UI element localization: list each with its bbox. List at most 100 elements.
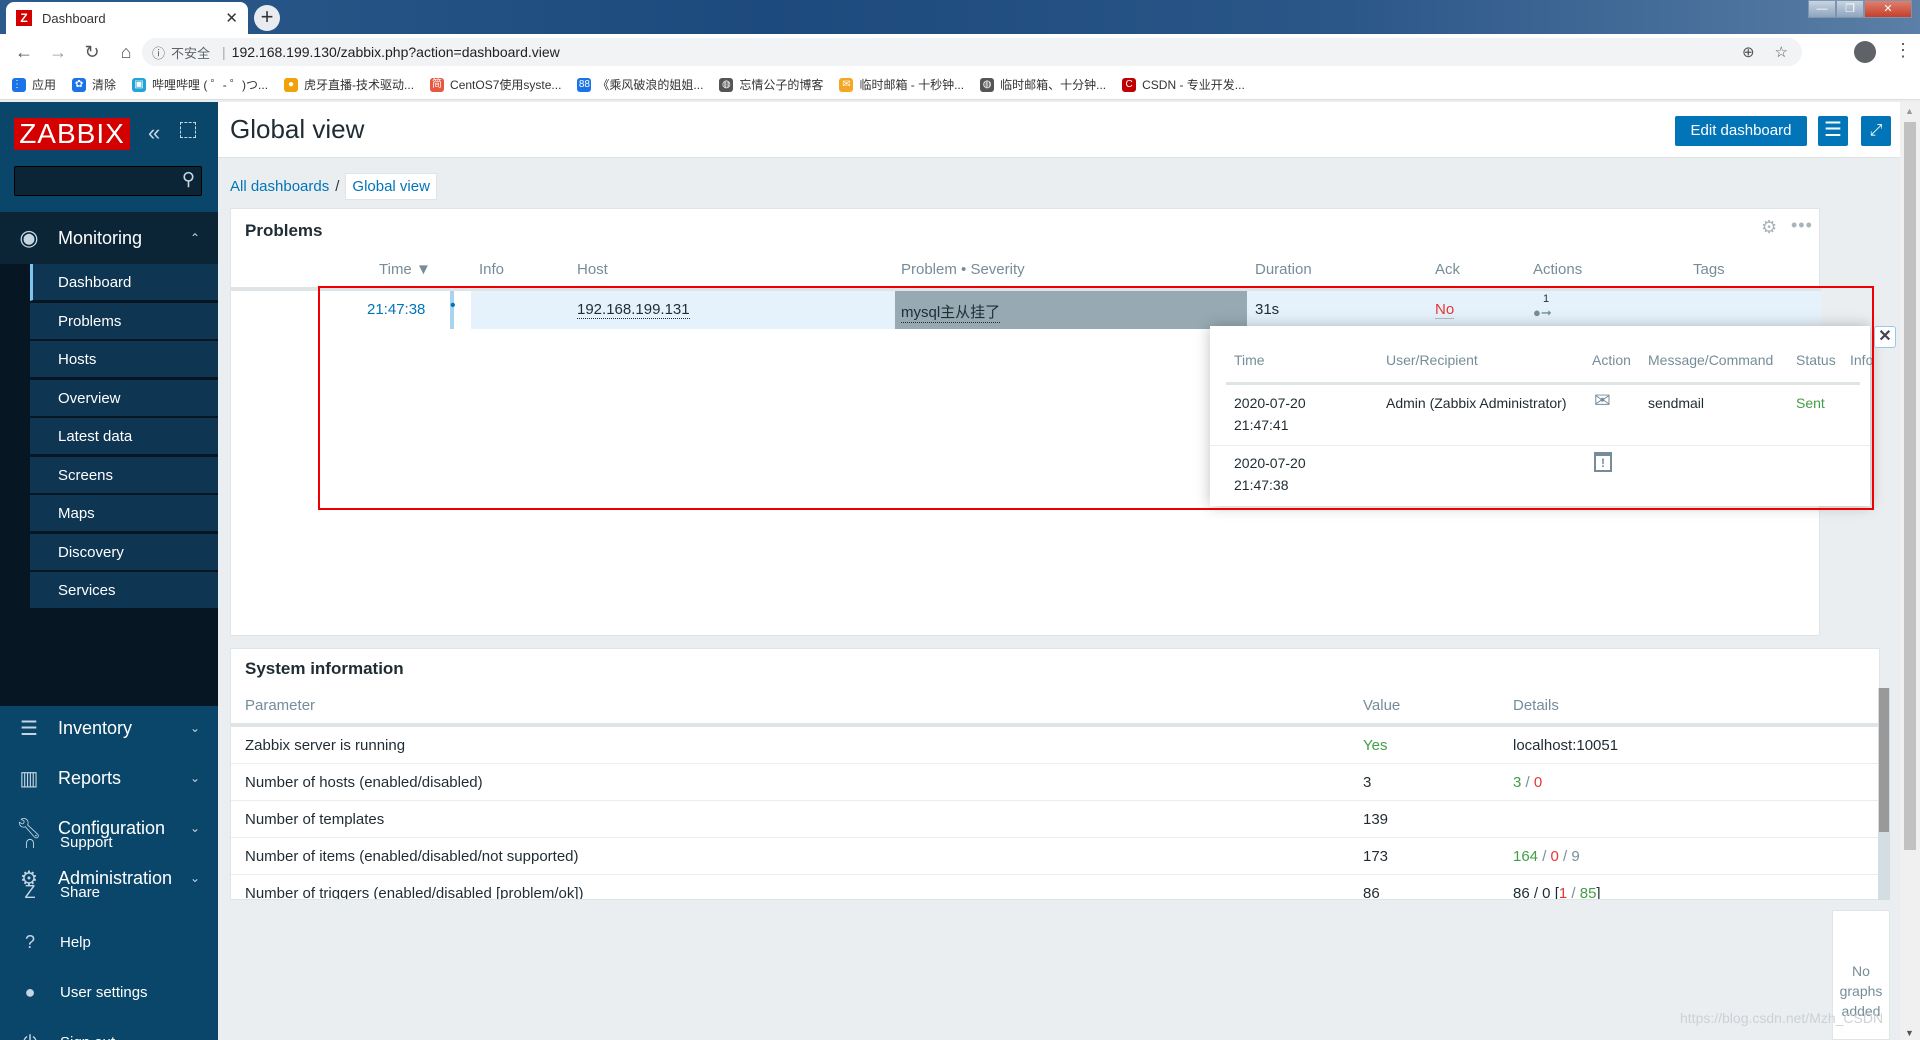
edit-dashboard-button[interactable]: Edit dashboard: [1675, 116, 1807, 146]
forward-icon[interactable]: →: [48, 42, 68, 63]
collapse-sidebar-icon[interactable]: «: [148, 120, 160, 146]
zabbix-favicon-icon: Z: [16, 10, 32, 26]
browser-menu-icon[interactable]: ⋮: [1894, 40, 1912, 61]
bookmark-item[interactable]: C CSDN - 专业开发...: [1122, 76, 1245, 93]
zoom-icon[interactable]: ⊕: [1742, 43, 1755, 61]
kiosk-mode-icon[interactable]: [180, 122, 196, 138]
hamburger-icon: ☰: [1824, 119, 1842, 141]
widget-settings-icon[interactable]: ⚙: [1761, 217, 1777, 238]
problem-calendar-icon: !: [1594, 452, 1612, 472]
util-support[interactable]: ∩ Support: [0, 822, 218, 862]
minimize-icon[interactable]: —: [1808, 0, 1836, 18]
breadcrumb-current[interactable]: Global view: [345, 172, 437, 200]
sidebar-item-overview[interactable]: Overview: [30, 379, 218, 417]
problem-name[interactable]: mysql主从挂了: [901, 301, 1001, 323]
sidebar-item-dashboard[interactable]: Dashboard: [30, 264, 218, 301]
widget-title: Problems: [245, 221, 323, 240]
col-time[interactable]: Time ▼: [379, 261, 431, 278]
reload-icon[interactable]: ↻: [82, 42, 102, 63]
address-bar[interactable]: ⓘ 不安全 | 192.168.199.130/zabbix.php?actio…: [142, 38, 1802, 66]
popup-date: 2020-07-20: [1234, 455, 1306, 471]
bookmark-item[interactable]: ⋮⋮ 应用: [12, 76, 56, 93]
bookmark-item[interactable]: ✉ 临时邮箱 - 十秒钟...: [839, 76, 964, 93]
bookmark-label: 临时邮箱 - 十秒钟...: [859, 78, 965, 92]
util-help[interactable]: ? Help: [0, 922, 218, 962]
problem-host[interactable]: 192.168.199.131: [577, 301, 690, 319]
table-row: Number of hosts (enabled/disabled) 3 3 / 0: [231, 764, 1879, 801]
bookmark-item[interactable]: ◍ 忘情公子的博客: [719, 76, 823, 93]
dashboard-list-button[interactable]: ☰: [1818, 116, 1848, 146]
sidebar-item-hosts[interactable]: Hosts: [30, 341, 218, 378]
ack-link[interactable]: No: [1435, 301, 1455, 319]
col-duration: Duration: [1255, 261, 1312, 278]
scroll-up-icon[interactable]: ▲: [1905, 106, 1914, 116]
bookmark-item[interactable]: ◍ 临时邮箱、十分钟...: [980, 76, 1106, 93]
new-tab-button[interactable]: +: [254, 5, 280, 31]
sidebar-item-discovery[interactable]: Discovery: [30, 533, 218, 571]
bookmark-item[interactable]: 88 《乘风破浪的姐姐...: [577, 76, 703, 93]
widget-more-icon[interactable]: •••: [1791, 215, 1813, 236]
breadcrumb-separator: /: [335, 177, 340, 195]
param-details: 3 / 0: [1513, 774, 1542, 791]
popup-status: Sent: [1796, 395, 1825, 411]
chevron-down-icon: ⌄: [189, 771, 200, 785]
menu-reports[interactable]: ▥ Reports ⌄: [0, 753, 218, 803]
page-scrollbar-thumb[interactable]: [1904, 122, 1916, 850]
bookmark-label: 《乘风破浪的姐姐...: [597, 78, 704, 92]
sidebar-item-maps[interactable]: Maps: [30, 495, 218, 532]
zabbix-logo[interactable]: ZABBIX: [14, 118, 130, 150]
sidebar-item-screens[interactable]: Screens: [30, 456, 218, 494]
bookmark-label: 临时邮箱、十分钟...: [1000, 78, 1107, 92]
home-icon[interactable]: ⌂: [116, 42, 136, 63]
menu-inventory[interactable]: ☰ Inventory ⌄: [0, 703, 218, 753]
util-user-settings[interactable]: ● User settings: [0, 972, 218, 1012]
account-avatar-icon[interactable]: [1854, 41, 1876, 63]
col-host[interactable]: Host: [577, 261, 608, 278]
system-info-scrollbar[interactable]: [1878, 688, 1890, 900]
bookmark-star-icon[interactable]: ☆: [1775, 43, 1788, 61]
param-value: 139: [1363, 811, 1389, 828]
scrollbar-thumb[interactable]: [1879, 688, 1889, 832]
util-sign-out[interactable]: ⏻Sign out: [0, 1022, 218, 1040]
fullscreen-button[interactable]: ⤢: [1861, 116, 1891, 146]
close-window-icon[interactable]: ✕: [1864, 0, 1912, 18]
browser-tab[interactable]: Z Dashboard ✕: [6, 2, 248, 34]
util-share[interactable]: Z Share: [0, 872, 218, 912]
globe-icon: ◍: [719, 77, 734, 92]
close-tab-icon[interactable]: ✕: [225, 9, 238, 27]
actions-popup: Time User/Recipient Action Message/Comma…: [1210, 326, 1873, 506]
bilibili-icon: ▣: [132, 77, 147, 92]
popup-col-recipient: User/Recipient: [1386, 352, 1478, 368]
sidebar-search-input[interactable]: ⚲: [14, 166, 202, 196]
detail-part: 164: [1513, 848, 1539, 865]
search-icon[interactable]: ⚲: [182, 169, 195, 190]
bookmark-item[interactable]: ● 虎牙直播-技术驱动...: [284, 76, 414, 93]
back-icon[interactable]: ←: [14, 42, 34, 63]
bookmark-item[interactable]: ✿ 清除: [72, 76, 116, 93]
popup-time: 21:47:41: [1234, 417, 1289, 433]
restore-icon[interactable]: ❐: [1836, 0, 1864, 18]
bookmark-item[interactable]: ▣ 哔哩哔哩 ( ゜- ゜)つ...: [132, 76, 268, 93]
col-problem-severity[interactable]: Problem • Severity: [901, 261, 1025, 278]
page-title: Global view: [230, 114, 365, 144]
sidebar-item-services[interactable]: Services: [30, 572, 218, 609]
sidebar-item-latest-data[interactable]: Latest data: [30, 418, 218, 455]
col-parameter: Parameter: [245, 697, 316, 714]
actions-arrow-icon[interactable]: ●➞: [1533, 305, 1552, 321]
page-scrollbar[interactable]: ▲ ▼: [1900, 102, 1920, 1040]
table-row: Number of items (enabled/disabled/not su…: [231, 838, 1879, 875]
detail-part: 86 / 0 [: [1513, 885, 1559, 900]
popup-close-button[interactable]: ✕: [1874, 326, 1896, 348]
menu-monitoring[interactable]: ◉ Monitoring ⌃: [0, 212, 218, 264]
power-icon: ⏻: [0, 1032, 60, 1040]
info-icon[interactable]: ⓘ: [152, 43, 165, 62]
actions-count[interactable]: 1: [1543, 293, 1549, 305]
url-text[interactable]: 192.168.199.130/zabbix.php?action=dashbo…: [232, 44, 560, 60]
sidebar-item-problems[interactable]: Problems: [30, 302, 218, 340]
popup-col-time: Time: [1234, 352, 1265, 368]
chevron-up-icon: ⌃: [189, 231, 200, 245]
scroll-down-icon[interactable]: ▼: [1905, 1028, 1914, 1038]
problem-time[interactable]: 21:47:38: [367, 301, 425, 318]
breadcrumb-all-dashboards[interactable]: All dashboards: [230, 178, 329, 195]
bookmark-item[interactable]: 简 CentOS7使用syste...: [430, 76, 561, 93]
